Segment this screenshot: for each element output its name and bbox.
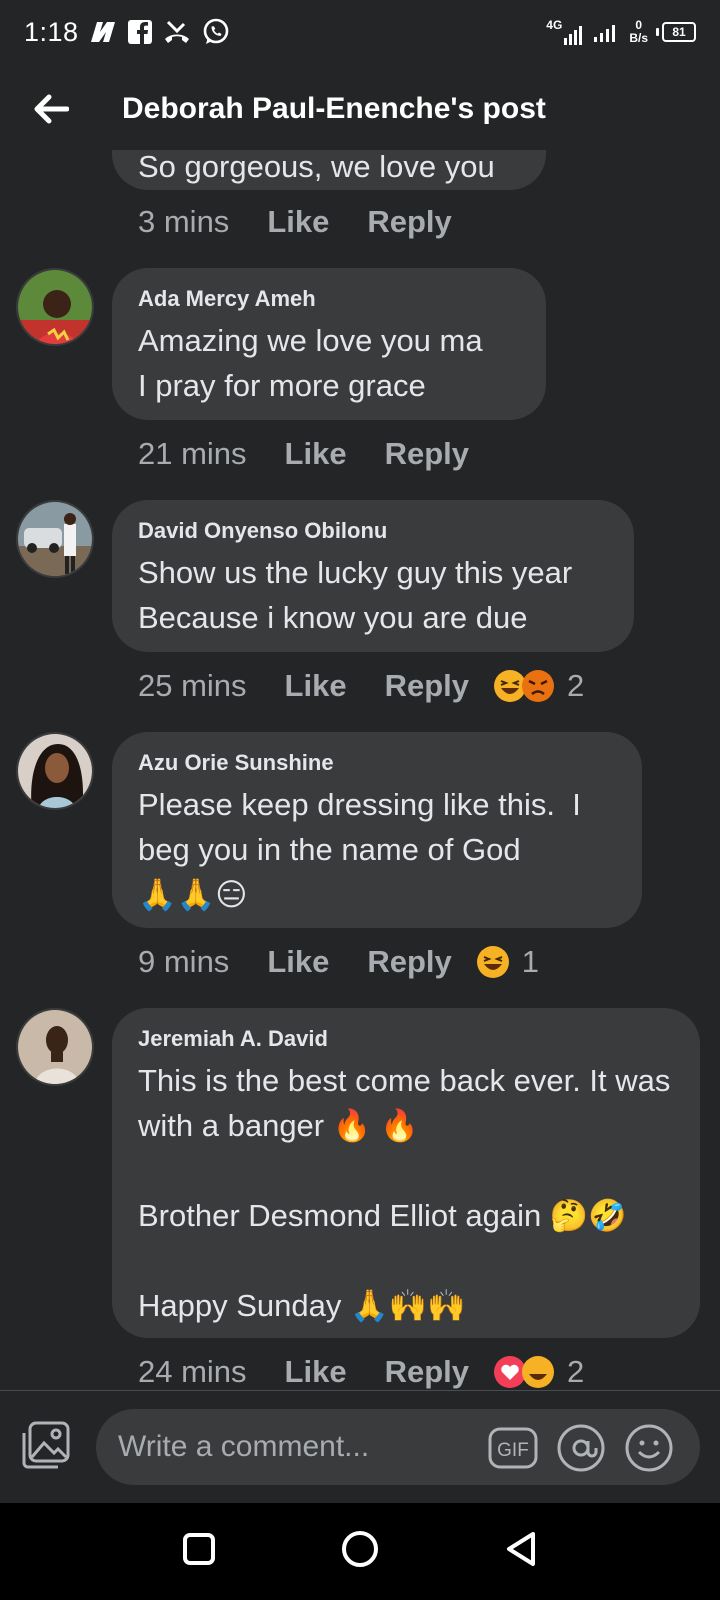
comment-composer: GIF: [0, 1391, 720, 1503]
reaction-count: 2: [567, 1354, 585, 1389]
nav-square-icon: [183, 1533, 216, 1565]
post-header: Deborah Paul-Enenche's post: [0, 64, 720, 154]
comment-bubble[interactable]: Azu Orie Sunshine Please keep dressing l…: [112, 732, 642, 928]
comment-bubble[interactable]: David Onyenso Obilonu Show us the lucky …: [112, 500, 634, 652]
comment-bubble[interactable]: Ada Mercy Ameh Amazing we love you ma I …: [112, 268, 546, 420]
mention-icon: [557, 1424, 605, 1472]
mention-button[interactable]: [556, 1423, 606, 1473]
comment-time: 24 mins: [138, 1354, 247, 1389]
page-title: Deborah Paul-Enenche's post: [122, 92, 546, 125]
reply-button[interactable]: Reply: [367, 204, 451, 240]
comment-box[interactable]: GIF: [96, 1409, 700, 1485]
comment-meta: 24 mins Like Reply 2: [138, 1354, 584, 1390]
home-button[interactable]: [340, 1529, 380, 1574]
comment-list[interactable]: So gorgeous, we love you 3 mins Like Rep…: [0, 150, 720, 1390]
comment-bubble-partial[interactable]: So gorgeous, we love you: [112, 150, 546, 190]
haha-reaction-icon: [522, 1356, 554, 1388]
avatar[interactable]: [16, 1008, 94, 1086]
reaction-summary[interactable]: 2: [493, 1354, 584, 1390]
photo-icon: [22, 1421, 70, 1469]
net-speed-unit: B/s: [629, 31, 648, 45]
like-button[interactable]: Like: [267, 944, 329, 980]
avatar-image: [18, 1010, 92, 1084]
avatar-image: [18, 734, 92, 808]
battery: 81: [656, 22, 696, 42]
back-arrow-icon: [34, 94, 69, 124]
comment-author[interactable]: Azu Orie Sunshine: [138, 750, 616, 776]
nav-back-triangle-icon: [506, 1532, 535, 1566]
system-nav-bar: [0, 1503, 720, 1600]
recents-button[interactable]: [181, 1531, 217, 1572]
reaction-count: 1: [521, 944, 540, 979]
comment-text: This is the best come back ever. It was …: [138, 1063, 671, 1323]
avatar[interactable]: [16, 268, 94, 346]
comment-meta: 21 mins Like Reply: [138, 436, 469, 472]
battery-tip: [656, 28, 659, 36]
missed-call-icon: [164, 20, 189, 43]
comment-time: 9 mins: [138, 944, 230, 979]
nav-circle-icon: [341, 1531, 378, 1567]
avatar-image: [18, 502, 92, 576]
emoji-icon: [625, 1424, 673, 1472]
facebook-icon: [127, 20, 152, 44]
reply-button[interactable]: Reply: [367, 944, 451, 980]
comment-time: 21 mins: [138, 436, 247, 471]
comment-author[interactable]: Jeremiah A. David: [138, 1026, 674, 1052]
comment-text: Show us the lucky guy this year Because …: [138, 555, 573, 635]
photo-button[interactable]: [20, 1419, 72, 1471]
gif-button[interactable]: GIF: [488, 1423, 538, 1473]
comment-author[interactable]: Ada Mercy Ameh: [138, 286, 520, 312]
back-button[interactable]: [16, 74, 86, 144]
comment-bubble[interactable]: Jeremiah A. David This is the best come …: [112, 1008, 700, 1338]
emoji-button[interactable]: [624, 1423, 674, 1473]
reply-button[interactable]: Reply: [385, 436, 469, 472]
like-button[interactable]: Like: [267, 204, 329, 240]
signal-icon: [564, 26, 583, 45]
notification-icons: [89, 17, 231, 47]
net-speed: 0 B/s: [629, 19, 648, 45]
comment-meta: 25 mins Like Reply 2: [138, 668, 584, 704]
comment-time: 3 mins: [138, 204, 230, 239]
gif-icon: GIF: [488, 1427, 538, 1469]
reaction-summary[interactable]: 2: [493, 668, 584, 704]
comment-text: So gorgeous, we love you: [138, 150, 495, 184]
whatsapp-icon: [203, 18, 228, 44]
status-indicators: 4G 0 B/s 81: [546, 18, 696, 46]
comment-text: Amazing we love you ma I pray for more g…: [138, 323, 483, 403]
avatar[interactable]: [16, 500, 94, 578]
reaction-summary[interactable]: 1: [476, 944, 539, 980]
network-type: 4G: [546, 18, 563, 32]
news-app-icon: [90, 22, 115, 42]
comment-text: Please keep dressing like this. I beg yo…: [138, 787, 581, 912]
comment-input[interactable]: [118, 1430, 478, 1464]
status-time: 1:18: [24, 16, 79, 47]
reply-button[interactable]: Reply: [385, 668, 469, 704]
signal-2-icon: [594, 25, 616, 42]
system-back-button[interactable]: [503, 1530, 539, 1573]
haha-reaction-icon: [476, 946, 509, 978]
battery-level: 81: [662, 22, 696, 42]
angry-reaction-icon: [522, 670, 554, 702]
comment-meta: 3 mins Like Reply: [138, 204, 452, 240]
comment-time: 25 mins: [138, 668, 247, 703]
avatar-image: [18, 270, 92, 344]
avatar[interactable]: [16, 732, 94, 810]
comment-author[interactable]: David Onyenso Obilonu: [138, 518, 608, 544]
reply-button[interactable]: Reply: [385, 1354, 469, 1390]
reaction-count: 2: [567, 668, 585, 703]
status-bar: 1:18 4G 0 B/s 81: [0, 0, 720, 64]
like-button[interactable]: Like: [285, 668, 347, 704]
like-button[interactable]: Like: [285, 1354, 347, 1390]
like-button[interactable]: Like: [285, 436, 347, 472]
gif-label: GIF: [497, 1440, 529, 1461]
comment-meta: 9 mins Like Reply 1: [138, 944, 539, 980]
